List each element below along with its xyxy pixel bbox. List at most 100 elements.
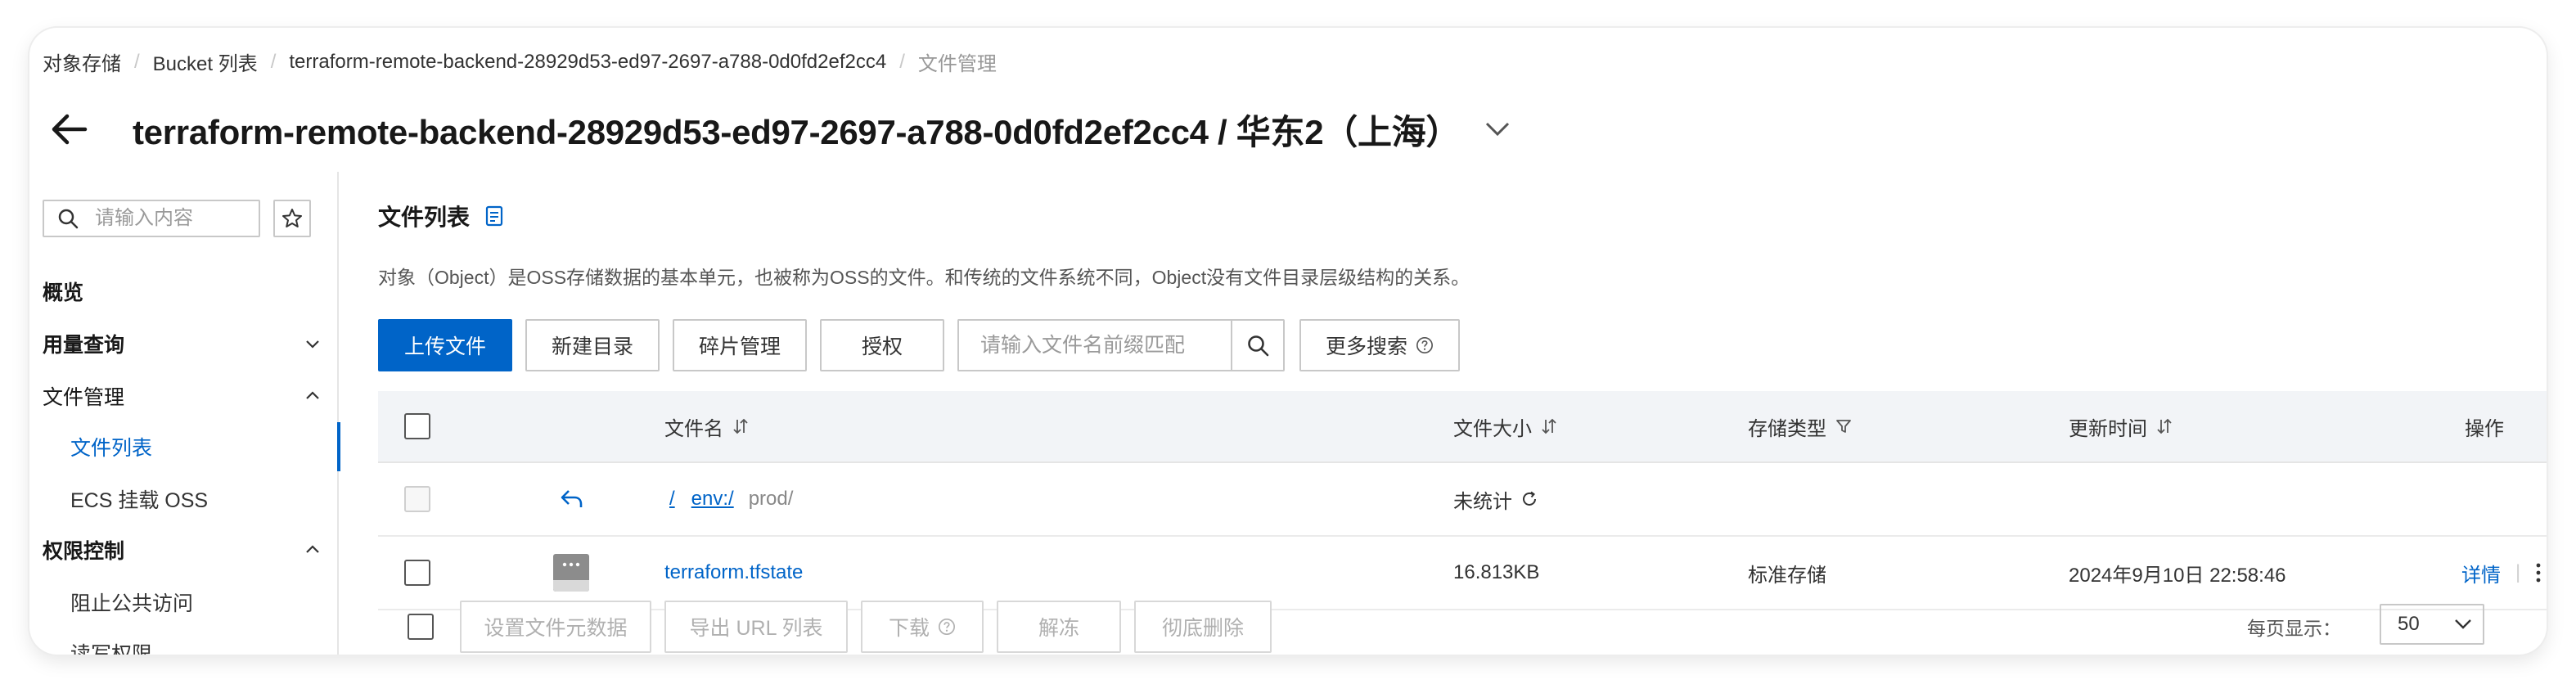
more-vertical-icon[interactable] [2535, 561, 2542, 584]
sidebar-search[interactable] [43, 200, 260, 237]
help-circle-icon [1416, 337, 1433, 353]
batch-select-cell [408, 601, 434, 653]
path-size-cell: 未统计 [1453, 463, 1538, 535]
search-icon [1248, 335, 1269, 357]
column-header-label: 文件名 [664, 417, 723, 440]
chevron-up-icon [306, 545, 319, 553]
row-actions: 详情 | [2461, 537, 2542, 609]
console-window: 对象存储 / Bucket 列表 / terraform-remote-back… [29, 28, 2547, 655]
column-header-storage[interactable]: 存储类型 [1748, 391, 1853, 461]
filter-icon [1836, 420, 1851, 433]
chevron-down-icon [2455, 619, 2471, 629]
column-header-label: 存储类型 [1748, 417, 1826, 440]
breadcrumb-separator: / [134, 50, 140, 73]
row-checkbox-disabled [404, 486, 430, 512]
region-dropdown-button[interactable] [1481, 113, 1514, 146]
unfreeze-button[interactable]: 解冻 [997, 601, 1121, 653]
sidebar-item-file-management[interactable]: 文件管理 [29, 371, 339, 421]
main-content: 文件列表 对象（Object）是OSS存储数据的基本单元，也被称为OSS的文件。… [378, 172, 2547, 655]
row-select-cell [404, 463, 430, 535]
storage-type: 标准存储 [1748, 564, 1826, 587]
search-icon [58, 209, 79, 229]
sidebar-item-file-list[interactable]: 文件列表 [29, 422, 340, 471]
row-select-cell [404, 537, 430, 609]
back-button[interactable] [46, 106, 92, 152]
path-size-text: 未统计 [1453, 490, 1512, 513]
file-size: 16.813KB [1453, 561, 1540, 583]
download-button[interactable]: 下载 [861, 601, 984, 653]
breadcrumb-bucket-list[interactable]: Bucket 列表 [153, 47, 258, 76]
path-breadcrumb: / env:/ prod/ [669, 463, 793, 535]
column-header-size[interactable]: 文件大小 [1453, 391, 1558, 461]
favorite-button[interactable] [273, 200, 311, 237]
sidebar-item-block-public-access[interactable]: 阻止公共访问 [29, 578, 339, 627]
column-header-actions: 操作 [2465, 417, 2504, 440]
updated-time: 2024年9月10日 22:58:46 [2069, 564, 2286, 587]
breadcrumb-bucket[interactable]: terraform-remote-backend-28929d53-ed97-2… [289, 51, 886, 74]
permanent-delete-button[interactable]: 彻底删除 [1134, 601, 1272, 653]
breadcrumb: 对象存储 / Bucket 列表 / terraform-remote-back… [43, 47, 997, 76]
help-circle-icon [939, 619, 955, 635]
upload-file-button[interactable]: 上传文件 [378, 319, 512, 371]
go-back-button[interactable] [560, 463, 584, 535]
row-checkbox[interactable] [404, 560, 430, 586]
sidebar-search-input[interactable] [93, 206, 241, 231]
new-directory-button[interactable]: 新建目录 [525, 319, 660, 371]
refresh-icon[interactable] [1520, 490, 1538, 508]
ellipsis-icon [562, 562, 580, 567]
sidebar-item-access-control[interactable]: 权限控制 [29, 525, 339, 574]
sidebar-item-label: 读写权限 [70, 643, 153, 655]
sidebar-item-rw-permission[interactable]: 读写权限 [29, 628, 339, 655]
sidebar-item-usage[interactable]: 用量查询 [29, 319, 339, 368]
chevron-up-icon [306, 391, 319, 399]
sort-icon [2157, 418, 2172, 434]
page-size-select[interactable]: 50 [2380, 604, 2484, 645]
more-search-label: 更多搜索 [1326, 335, 1408, 358]
select-all-checkbox[interactable] [404, 413, 430, 439]
sidebar-item-ecs-mount[interactable]: ECS 挂载 OSS [29, 475, 339, 524]
column-header-label: 更新时间 [2069, 417, 2147, 440]
toolbar: 上传文件 新建目录 碎片管理 授权 更多搜索 [378, 319, 1473, 371]
path-segment-link[interactable]: env:/ [691, 488, 734, 511]
path-root-link[interactable]: / [669, 488, 675, 511]
download-label: 下载 [888, 617, 930, 640]
column-header-name[interactable]: 文件名 [664, 391, 750, 461]
column-header-label: 文件大小 [1453, 417, 1532, 440]
export-url-button[interactable]: 导出 URL 列表 [664, 601, 848, 653]
details-link[interactable]: 详情 [2461, 559, 2501, 587]
page-header: terraform-remote-backend-28929d53-ed97-2… [46, 97, 1514, 162]
file-name-link[interactable]: terraform.tfstate [664, 561, 803, 584]
section-title: 文件列表 [378, 200, 504, 232]
file-search-field[interactable] [957, 319, 1231, 371]
batch-actions-bar: 设置文件元数据 导出 URL 列表 下载 解冻 彻底删除 每页显示： 50 [378, 601, 2547, 653]
chevron-down-icon [306, 340, 319, 349]
sort-icon [733, 418, 748, 434]
breadcrumb-separator: / [899, 50, 905, 73]
action-separator: | [2515, 561, 2521, 583]
file-search-input[interactable] [979, 332, 1216, 358]
sidebar: 概览 用量查询 文件管理 文件列表 ECS 挂载 OSS 权限控制 阻 [29, 172, 340, 655]
section-title-text: 文件列表 [378, 205, 471, 230]
authorize-button[interactable]: 授权 [820, 319, 944, 371]
more-search-button[interactable]: 更多搜索 [1299, 319, 1460, 371]
fragment-management-button[interactable]: 碎片管理 [673, 319, 807, 371]
file-search-button[interactable] [1231, 319, 1285, 371]
sidebar-item-label: ECS 挂载 OSS [70, 489, 209, 512]
column-header-updated[interactable]: 更新时间 [2069, 391, 2173, 461]
page-title: terraform-remote-backend-28929d53-ed97-2… [133, 112, 1461, 151]
table-header: 文件名 文件大小 存储类型 更新时间 操作 [378, 391, 2547, 463]
batch-select-checkbox[interactable] [408, 614, 434, 640]
select-all-cell [404, 391, 430, 461]
file-search [957, 319, 1285, 371]
sidebar-item-label: 文件管理 [43, 386, 125, 409]
table-row-path: / env:/ prod/ 未统计 [378, 463, 2547, 537]
set-metadata-button[interactable]: 设置文件元数据 [460, 601, 651, 653]
arrow-left-icon [52, 114, 88, 145]
section-description: 对象（Object）是OSS存储数据的基本单元，也被称为OSS的文件。和传统的文… [378, 267, 1470, 288]
sidebar-item-overview[interactable]: 概览 [29, 267, 339, 316]
document-icon[interactable] [484, 205, 504, 227]
batch-buttons: 设置文件元数据 导出 URL 列表 下载 解冻 彻底删除 [460, 601, 1285, 653]
breadcrumb-oss[interactable]: 对象存储 [43, 47, 121, 76]
table-row: terraform.tfstate 16.813KB 标准存储 2024年9月1… [378, 537, 2547, 610]
sidebar-item-label: 文件列表 [70, 437, 153, 460]
